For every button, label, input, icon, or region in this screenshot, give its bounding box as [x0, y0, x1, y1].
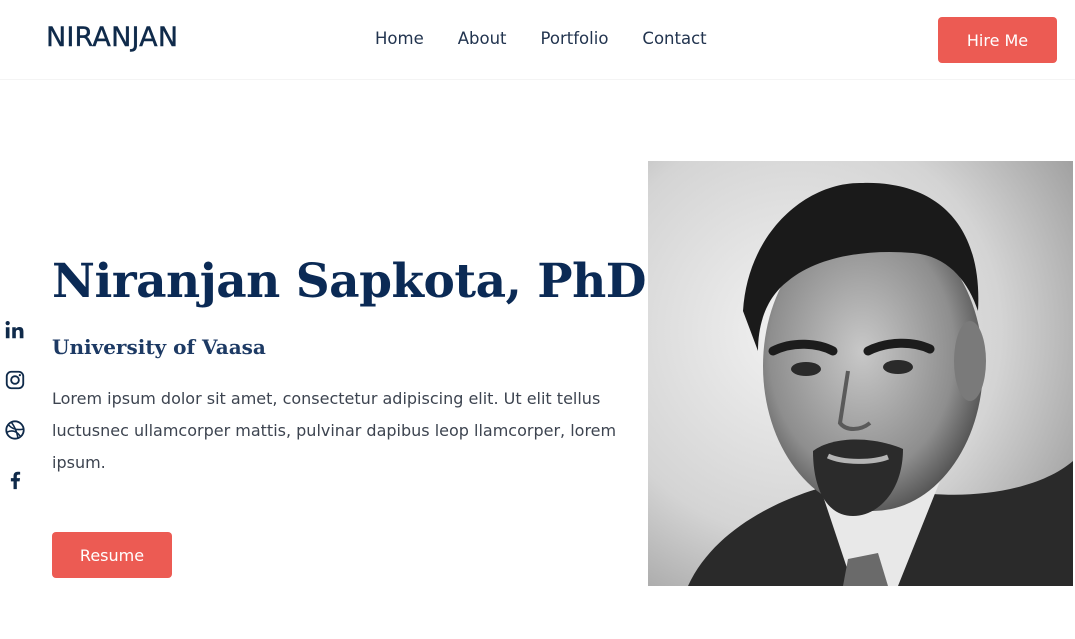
hero-name: Niranjan Sapkota, PhD: [52, 254, 647, 309]
nav-link-portfolio[interactable]: Portfolio: [541, 29, 609, 48]
site-logo[interactable]: NIRANJAN: [46, 22, 178, 53]
profile-photo: [648, 161, 1073, 586]
facebook-icon[interactable]: [4, 468, 26, 492]
hero-subtitle: University of Vaasa: [52, 335, 266, 359]
nav-link-home[interactable]: Home: [375, 29, 424, 48]
linkedin-icon[interactable]: [4, 318, 26, 342]
hire-me-button[interactable]: Hire Me: [938, 17, 1057, 63]
navbar: NIRANJAN Home About Portfolio Contact Hi…: [0, 0, 1075, 80]
instagram-icon[interactable]: [4, 368, 26, 392]
profile-photo-image: [648, 161, 1073, 586]
dribbble-icon[interactable]: [4, 418, 26, 442]
hero-description: Lorem ipsum dolor sit amet, consectetur …: [52, 389, 617, 472]
nav-links: Home About Portfolio Contact: [375, 29, 707, 48]
social-links: [4, 318, 26, 492]
resume-button[interactable]: Resume: [52, 532, 172, 578]
nav-link-about[interactable]: About: [458, 29, 507, 48]
nav-link-contact[interactable]: Contact: [642, 29, 706, 48]
